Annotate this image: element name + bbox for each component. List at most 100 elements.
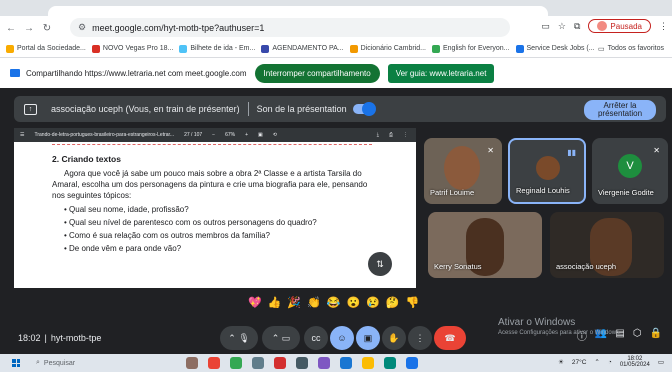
weather-icon[interactable]: ☀ <box>558 358 564 366</box>
topic-item: De onde vêm e para onde vão? <box>64 243 416 254</box>
extensions-icon[interactable]: ⧉ <box>574 21 580 32</box>
clock-date: 01/05/2024 <box>619 362 650 368</box>
menu-icon[interactable]: ⋮ <box>659 21 668 32</box>
notifications-icon[interactable]: ▭ <box>658 358 664 366</box>
participant-name: Viergenie Godite <box>598 188 654 197</box>
fit-page-icon[interactable]: ▣ <box>258 132 263 138</box>
temperature[interactable]: 27°C <box>572 359 587 366</box>
present-button[interactable]: ▣ <box>356 326 380 350</box>
captions-icon: cc <box>311 333 321 343</box>
participant-tile[interactable]: Kerry Sonatus <box>428 212 542 278</box>
reaction-thumbs-up-icon[interactable]: 👍 <box>268 296 282 309</box>
bookmark-item[interactable]: AGENDAMENTO PA... <box>261 44 344 53</box>
stop-presenting-button[interactable]: Arrêter la présentation <box>584 100 656 120</box>
emoji-button[interactable]: ☺ <box>330 326 354 350</box>
bookmark-item[interactable]: Portal da Sociedade... <box>6 44 86 53</box>
taskbar-app-icon[interactable] <box>406 357 418 369</box>
bookmark-item[interactable]: Dicionário Cambrid... <box>349 44 426 53</box>
activities-icon[interactable]: ⬡ <box>633 328 642 343</box>
topic-item: Qual seu nome, idade, profissão? <box>64 204 416 215</box>
download-icon[interactable]: ⤓ <box>377 132 379 138</box>
taskbar-app-icon[interactable] <box>252 357 264 369</box>
url-input[interactable]: ⚙ meet.google.com/hyt-motb-tpe?authuser=… <box>70 18 510 37</box>
bookmark-item[interactable]: English for Everyon... <box>431 44 510 53</box>
taskbar-app-icon[interactable] <box>186 357 198 369</box>
taskbar-app-icon[interactable] <box>384 357 396 369</box>
taskbar-app-icon[interactable] <box>340 357 352 369</box>
bookmark-item[interactable]: Bilhete de ida - Em... <box>179 44 256 53</box>
raise-hand-button[interactable]: ✋ <box>382 326 406 350</box>
reaction-clap-icon[interactable]: 👏 <box>307 296 321 309</box>
leave-call-button[interactable]: ☎ <box>434 326 466 350</box>
emoji-icon: ☺ <box>337 333 347 343</box>
captions-button[interactable]: cc <box>304 326 328 350</box>
reaction-laugh-icon[interactable]: 😂 <box>327 296 341 309</box>
windows-start-icon[interactable] <box>12 359 20 367</box>
microphone-button[interactable]: ⌃ 🎙 <box>220 326 258 350</box>
reaction-sad-icon[interactable]: 😢 <box>366 296 380 309</box>
chevron-up-icon: ⌃ <box>271 332 280 343</box>
mic-muted-icon: ✕ <box>653 146 660 155</box>
profile-paused-button[interactable]: Pausada <box>588 19 651 33</box>
reaction-thinking-icon[interactable]: 🤔 <box>386 296 400 309</box>
section-heading: 2. Criando textos <box>52 154 121 164</box>
reload-icon[interactable]: ↻ <box>40 21 54 35</box>
tray-chevron-icon[interactable]: ⌃ <box>594 358 599 366</box>
speaking-indicator-icon: ▮▮ <box>567 148 576 157</box>
pin-presentation-button[interactable]: ⇅ <box>368 252 392 276</box>
clock[interactable]: 18:02 01/05/2024 <box>620 356 650 368</box>
bookmark-label: NOVO Vegas Pro 18... <box>102 45 174 52</box>
more-options-button[interactable]: ⋮ <box>408 326 432 350</box>
watermark-subtitle: Acesse Configurações para ativar o Windo… <box>498 330 621 336</box>
rotate-icon[interactable]: ⟲ <box>273 132 277 138</box>
zoom-in-icon[interactable]: + <box>245 132 248 138</box>
wifi-icon[interactable]: ◔ <box>608 359 612 366</box>
bookmark-item[interactable]: Service Desk Jobs (... <box>515 44 595 53</box>
watermark-title: Ativar o Windows <box>498 317 576 328</box>
all-bookmarks-button[interactable]: ▭ Todos os favoritos <box>598 45 664 53</box>
bookmark-item[interactable]: NOVO Vegas Pro 18... <box>91 44 174 53</box>
reaction-surprised-icon[interactable]: 😮 <box>347 296 361 309</box>
topic-list: Qual seu nome, idade, profissão? Qual se… <box>64 204 416 254</box>
windows-taskbar: ⌕ Pesquisar ☀ 27°C ⌃ ◔ 18:02 01/05/2024 … <box>0 354 672 372</box>
presentation-sound-toggle[interactable] <box>352 102 376 116</box>
bookmark-label: Bilhete de ida - Em... <box>190 45 256 52</box>
print-icon[interactable]: ⎙ <box>389 132 393 138</box>
taskbar-app-icon[interactable] <box>274 357 286 369</box>
view-tab-button[interactable]: Ver guia: www.letraria.net <box>387 63 495 83</box>
host-controls-icon[interactable]: 🔒 <box>650 328 662 343</box>
stop-sharing-button[interactable]: Interromper compartilhamento <box>254 63 380 83</box>
active-tab[interactable] <box>48 6 548 16</box>
presenter-title: associação uceph (Vous, en train de prés… <box>51 104 240 114</box>
cast-icon[interactable]: ▭ <box>541 21 550 32</box>
forward-icon[interactable]: → <box>22 21 36 35</box>
pdf-more-icon[interactable]: ⋮ <box>403 132 408 138</box>
taskbar-app-icon[interactable] <box>318 357 330 369</box>
reactions-bar: 💖 👍 🎉 👏 😂 😮 😢 🤔 👎 <box>248 296 419 309</box>
pdf-page-indicator[interactable]: 27 / 107 <box>184 132 202 138</box>
shared-document[interactable]: ☰ Trando-de-letra-portugues-brasileiro-p… <box>14 128 416 288</box>
zoom-out-icon[interactable]: − <box>212 132 215 138</box>
participant-tile[interactable]: V ✕ Viergenie Godite <box>592 138 668 204</box>
pdf-menu-icon[interactable]: ☰ <box>20 132 24 138</box>
back-icon[interactable]: ← <box>4 21 18 35</box>
meeting-info: 18:02 | hyt-motb-tpe <box>18 333 101 343</box>
reaction-party-icon[interactable]: 🎉 <box>287 296 301 309</box>
bookmark-star-icon[interactable]: ☆ <box>558 21 566 32</box>
participant-tile[interactable]: ✕ Patrif Louime <box>424 138 502 204</box>
camera-button[interactable]: ⌃ ▭ <box>262 326 300 350</box>
taskbar-app-icon[interactable] <box>296 357 308 369</box>
taskbar-search-placeholder: Pesquisar <box>43 359 76 367</box>
bookmark-label: Service Desk Jobs (... <box>526 45 595 52</box>
reaction-thumbs-down-icon[interactable]: 👎 <box>406 296 420 309</box>
taskbar-search[interactable]: ⌕ Pesquisar <box>36 359 176 367</box>
site-info-icon[interactable]: ⚙ <box>78 22 86 33</box>
taskbar-app-icon[interactable] <box>230 357 242 369</box>
taskbar-app-icon[interactable] <box>362 357 374 369</box>
taskbar-app-icon[interactable] <box>208 357 220 369</box>
reaction-heart-icon[interactable]: 💖 <box>248 296 262 309</box>
participant-tile[interactable]: ▮▮ Reginald Louhis <box>508 138 586 204</box>
profile-avatar-icon <box>597 21 608 31</box>
pdf-zoom[interactable]: 67% <box>225 132 235 138</box>
participant-tile[interactable]: associação uceph <box>550 212 664 278</box>
